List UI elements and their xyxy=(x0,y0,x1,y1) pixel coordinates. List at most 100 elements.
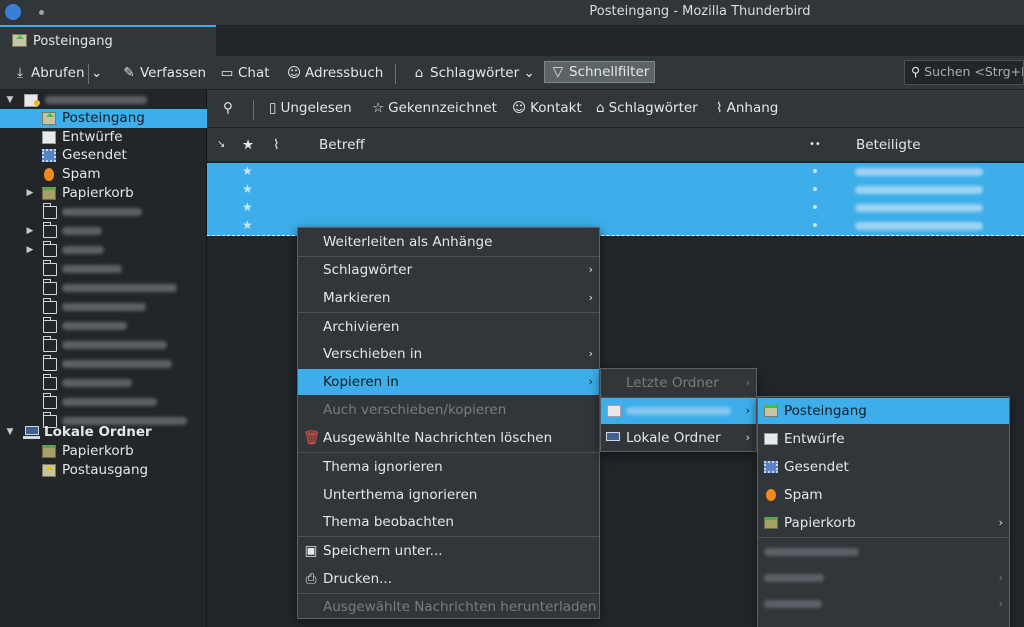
expand-icon[interactable]: ▶ xyxy=(25,241,35,260)
star-icon[interactable]: ★ xyxy=(242,164,253,178)
folder-item[interactable] xyxy=(0,374,207,393)
menu-label: Papierkorb xyxy=(784,515,856,531)
folder-item[interactable]: ▶ xyxy=(0,241,207,260)
sticky-pin-icon[interactable]: ⚲ xyxy=(223,100,233,116)
table-row[interactable]: ★ xyxy=(207,181,1024,199)
folder-spam[interactable]: Spam xyxy=(0,165,207,184)
menu-item-local-folders[interactable]: Lokale Ordner › xyxy=(601,425,756,451)
read-status-column-icon[interactable]: •• xyxy=(809,139,821,150)
menu-item-ignore-subthread[interactable]: Unterthema ignorieren xyxy=(298,482,599,508)
menu-item-trash[interactable]: Papierkorb › xyxy=(758,510,1009,536)
menu-item-move-to[interactable]: Verschieben in › xyxy=(298,341,599,367)
get-mail-button[interactable]: ⤓ Abrufen xyxy=(7,63,90,85)
menu-item-ignore-thread[interactable]: Thema ignorieren xyxy=(298,454,599,480)
folder-sent[interactable]: Gesendet xyxy=(0,146,207,165)
menu-item-forward-as-attachments[interactable]: Weiterleiten als Anhänge xyxy=(298,229,599,255)
search-input[interactable]: ⚲Suchen <Strg+K> xyxy=(904,60,1024,85)
menu-label: Spam xyxy=(784,487,823,503)
menu-label: Ausgewählte Nachrichten löschen xyxy=(323,430,553,446)
local-folder-trash[interactable]: Papierkorb xyxy=(0,442,207,461)
star-column-icon[interactable]: ★ xyxy=(242,137,254,153)
menu-item-mark[interactable]: Markieren › xyxy=(298,285,599,311)
star-icon[interactable]: ★ xyxy=(242,182,253,196)
context-menu: Weiterleiten als Anhänge Schlagwörter › M… xyxy=(297,227,600,619)
drafts-icon xyxy=(764,433,778,445)
folder-item[interactable] xyxy=(0,393,207,412)
menu-item-watch-thread[interactable]: Thema beobachten xyxy=(298,509,599,535)
local-folders-row[interactable]: ▼ Lokale Ordner xyxy=(0,423,207,442)
account-row[interactable]: ▼ xyxy=(0,91,207,110)
trash-icon xyxy=(42,445,56,458)
filter-unread-button[interactable]: ▯ Ungelesen xyxy=(269,100,352,116)
menu-item-copy-to[interactable]: Kopieren in › xyxy=(298,369,599,395)
filter-contact-button[interactable]: ☺ Kontakt xyxy=(512,100,582,116)
quick-filter-button[interactable]: ▽ Schnellfilter xyxy=(544,61,656,83)
menu-label: Thema ignorieren xyxy=(323,459,443,475)
paperclip-icon: ⌇ xyxy=(716,100,723,116)
collapse-icon[interactable]: ▼ xyxy=(5,91,15,110)
read-status-icon[interactable] xyxy=(813,205,817,209)
chat-button[interactable]: ▭ Chat xyxy=(214,63,275,85)
account-icon xyxy=(24,94,40,107)
table-row[interactable]: ★ xyxy=(207,199,1024,217)
menu-item-inbox[interactable]: Posteingang xyxy=(758,398,1009,424)
folder-trash[interactable]: ▶ Papierkorb xyxy=(0,184,207,203)
filter-tags-button[interactable]: ⌂ Schlagwörter xyxy=(596,100,698,116)
read-status-icon[interactable] xyxy=(813,169,817,173)
menu-item-tags[interactable]: Schlagwörter › xyxy=(298,257,599,283)
attachment-column-icon[interactable]: ⌇ xyxy=(273,137,280,153)
folder-item[interactable] xyxy=(0,260,207,279)
filter-attachment-button[interactable]: ⌇ Anhang xyxy=(716,100,778,116)
folder-item[interactable] xyxy=(0,279,207,298)
read-status-icon[interactable] xyxy=(813,223,817,227)
menu-item-sent[interactable]: Gesendet xyxy=(758,454,1009,480)
menu-item-archive[interactable]: Archivieren xyxy=(298,314,599,340)
menu-item-print[interactable]: ⎙ Drucken... xyxy=(298,566,599,592)
menu-item-save-as[interactable]: ▣ Speichern unter... xyxy=(298,538,599,564)
read-status-icon[interactable] xyxy=(813,187,817,191)
expand-icon[interactable]: ▶ xyxy=(25,222,35,241)
redacted-folder-name xyxy=(764,600,822,608)
menu-item-folder[interactable]: › xyxy=(758,565,1009,591)
folder-item[interactable] xyxy=(0,317,207,336)
filter-starred-button[interactable]: ☆ Gekennzeichnet xyxy=(372,100,497,116)
address-book-button[interactable]: ☺ Adressbuch xyxy=(281,63,388,85)
folder-item[interactable]: ▶ xyxy=(0,222,207,241)
folder-label: Gesendet xyxy=(62,147,127,163)
thread-column-icon[interactable]: ↘ xyxy=(217,139,225,150)
compose-button[interactable]: ✎ Verfassen xyxy=(116,63,211,85)
tab-inbox[interactable]: Posteingang xyxy=(0,25,216,56)
menu-label: Ausgewählte Nachrichten herunterladen xyxy=(323,599,597,615)
folder-item[interactable] xyxy=(0,298,207,317)
redacted-account-name xyxy=(45,96,147,104)
column-correspondents[interactable]: Beteiligte xyxy=(856,137,921,153)
copy-to-submenu: Letzte Ordner › › Lokale Ordner › xyxy=(600,368,757,452)
menu-item-delete-selected[interactable]: 🗑 Ausgewählte Nachrichten löschen xyxy=(298,425,599,451)
menu-item-folder[interactable] xyxy=(758,539,1009,565)
inbox-icon xyxy=(764,405,778,417)
column-subject[interactable]: Betreff xyxy=(319,137,365,153)
menu-item-spam[interactable]: Spam xyxy=(758,482,1009,508)
star-icon[interactable]: ★ xyxy=(242,200,253,214)
folder-item[interactable] xyxy=(0,203,207,222)
collapse-icon[interactable]: ▼ xyxy=(5,423,15,442)
table-row[interactable]: ★ xyxy=(207,163,1024,181)
folder-inbox[interactable]: Posteingang xyxy=(0,109,207,128)
redacted-folder-name xyxy=(62,208,142,216)
chevron-right-icon: › xyxy=(745,404,750,417)
local-folders-label: Lokale Ordner xyxy=(44,424,152,440)
get-mail-dropdown[interactable]: ⌄ xyxy=(88,63,105,85)
download-icon: ⤓ xyxy=(17,65,23,81)
menu-label: Gesendet xyxy=(784,459,849,475)
expand-icon[interactable]: ▶ xyxy=(25,184,35,203)
tags-button[interactable]: ⌂ Schlagwörter ⌄ xyxy=(406,63,540,85)
bookmark-icon: ▯ xyxy=(269,100,277,116)
star-icon[interactable]: ★ xyxy=(242,218,253,232)
menu-item-folder[interactable]: › xyxy=(758,591,1009,617)
folder-drafts[interactable]: Entwürfe xyxy=(0,128,207,147)
folder-item[interactable] xyxy=(0,355,207,374)
menu-item-account[interactable]: › xyxy=(601,398,756,424)
menu-item-drafts[interactable]: Entwürfe xyxy=(758,426,1009,452)
local-folder-outbox[interactable]: Postausgang xyxy=(0,461,207,480)
folder-item[interactable] xyxy=(0,336,207,355)
